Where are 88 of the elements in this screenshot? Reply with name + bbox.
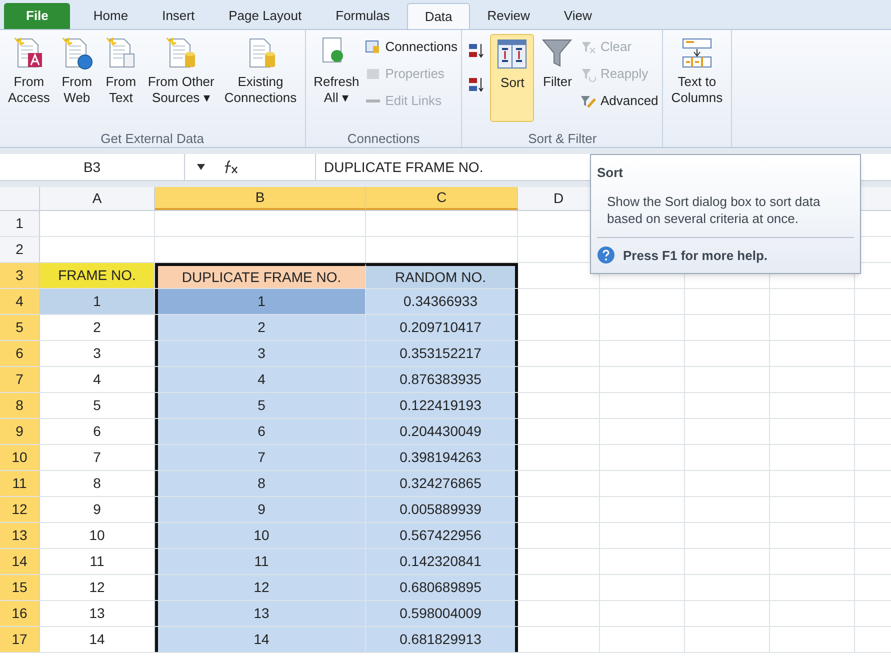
ribbon-tab[interactable]: View xyxy=(546,3,609,29)
table-cell: 0.681829913 xyxy=(366,627,518,652)
connections-icon xyxy=(365,39,382,55)
name-box[interactable]: B3 xyxy=(0,154,185,180)
table-cell: 11 xyxy=(155,549,366,574)
sort-down-button[interactable] xyxy=(468,76,486,94)
row-header[interactable]: 13 xyxy=(0,523,40,548)
table-cell: 0.680689895 xyxy=(366,575,518,600)
table-cell: 7 xyxy=(155,445,366,470)
ribbon-tab[interactable]: Insert xyxy=(145,3,212,29)
table-cell: 9 xyxy=(155,497,366,522)
table-cell: 14 xyxy=(155,627,366,652)
column-header[interactable]: C xyxy=(366,187,518,210)
table-cell: 1 xyxy=(40,289,155,314)
table-cell: 0.142320841 xyxy=(366,549,518,574)
row-header[interactable]: 9 xyxy=(0,419,40,444)
row-header[interactable]: 4 xyxy=(0,289,40,314)
help-text: Press F1 for more help. xyxy=(623,246,768,265)
row-header[interactable]: 12 xyxy=(0,497,40,522)
row-header[interactable]: 10 xyxy=(0,445,40,470)
web-icon xyxy=(60,36,94,70)
tooltip-description: Show the Sort dialog box to sort data based on several criteria at once. xyxy=(606,192,822,226)
sort-icon xyxy=(495,37,530,71)
ribbon-tab[interactable]: Home xyxy=(76,3,146,29)
row-header[interactable]: 2 xyxy=(0,237,40,262)
ribbon-tab[interactable]: Page Layout xyxy=(212,3,319,29)
ribbon-button[interactable]: From Web xyxy=(56,34,98,122)
group-label: Sort & Filter xyxy=(527,130,598,147)
table-cell: 0.324276865 xyxy=(366,471,518,496)
ribbon-button[interactable]: Filter xyxy=(536,34,578,122)
table-cell: 6 xyxy=(155,419,366,444)
table-cell: 0.567422956 xyxy=(366,523,518,548)
ribbon-button[interactable]: Refresh All ▾ xyxy=(310,34,364,122)
ribbon-button[interactable]: Text to Columns xyxy=(667,34,727,122)
ribbon-small-button[interactable]: Advanced xyxy=(580,90,658,112)
columns-icon xyxy=(680,36,714,70)
ribbon-tab[interactable]: Data xyxy=(406,3,470,29)
row-header[interactable]: 3 xyxy=(0,263,40,288)
dropdown-icon[interactable] xyxy=(197,164,205,170)
group-label: Connections xyxy=(346,130,421,147)
table-cell: 0.353152217 xyxy=(366,341,518,366)
ribbon-button[interactable]: From Other Sources ▾ xyxy=(144,34,218,122)
row-header[interactable]: 17 xyxy=(0,627,40,652)
ribbon-small-button[interactable]: Connections xyxy=(365,36,458,58)
table-cell: FRAME NO. xyxy=(40,263,155,288)
advanced-icon xyxy=(580,93,596,109)
table-cell: 8 xyxy=(155,471,366,496)
tooltip-title: Sort xyxy=(597,164,624,182)
ribbon-tab[interactable]: Formulas xyxy=(318,3,407,29)
column-header[interactable]: B xyxy=(155,187,366,210)
table-cell: 10 xyxy=(155,523,366,548)
ribbon-button[interactable]: Sort xyxy=(490,34,534,122)
table-cell: 3 xyxy=(155,341,366,366)
row-header[interactable]: 14 xyxy=(0,549,40,574)
table-cell: DUPLICATE FRAME NO. xyxy=(155,263,366,288)
table-cell: 13 xyxy=(155,601,366,626)
row-header[interactable]: 5 xyxy=(0,315,40,340)
row-header[interactable]: 11 xyxy=(0,471,40,496)
ribbon-button[interactable]: From Access xyxy=(4,34,54,122)
table-cell: 0.204430049 xyxy=(366,419,518,444)
table-cell: 0.876383935 xyxy=(366,367,518,392)
table-cell: 0.005889939 xyxy=(366,497,518,522)
sort-up-button[interactable] xyxy=(468,42,486,60)
table-cell: 5 xyxy=(155,393,366,418)
clear-icon xyxy=(580,39,596,55)
ribbon-tab[interactable]: Review xyxy=(470,3,547,29)
table-cell: 4 xyxy=(155,367,366,392)
table-cell: RANDOM NO. xyxy=(366,263,518,288)
table-cell: 0.598004009 xyxy=(366,601,518,626)
ribbon-button[interactable]: From Text xyxy=(100,34,142,122)
table-cell: 0.209710417 xyxy=(366,315,518,340)
row-header[interactable]: 16 xyxy=(0,601,40,626)
row-header[interactable]: 6 xyxy=(0,341,40,366)
group-label: Get External Data xyxy=(100,130,205,147)
table-cell: 2 xyxy=(155,315,366,340)
row-header[interactable]: 8 xyxy=(0,393,40,418)
table-cell: 0.122419193 xyxy=(366,393,518,418)
file-tab[interactable]: File xyxy=(4,3,70,29)
row-header[interactable]: 1 xyxy=(0,211,40,236)
help-icon xyxy=(597,246,615,264)
row-header[interactable]: 15 xyxy=(0,575,40,600)
table-cell: 1 xyxy=(155,289,366,314)
ribbon-button[interactable]: Existing Connections xyxy=(220,34,301,122)
table-cell: 0.398194263 xyxy=(366,445,518,470)
reapply-icon xyxy=(580,66,596,82)
row-header[interactable]: 7 xyxy=(0,367,40,392)
table-cell: 0.34366933 xyxy=(366,289,518,314)
table-cell: 12 xyxy=(155,575,366,600)
